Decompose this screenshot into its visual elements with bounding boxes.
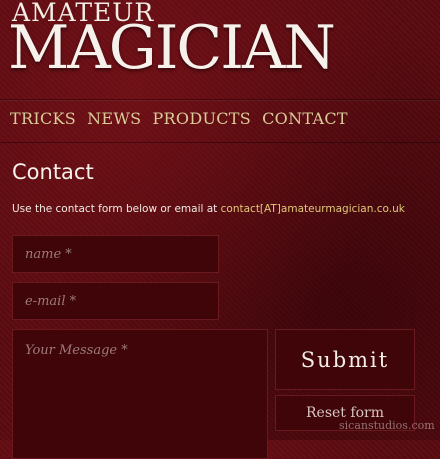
intro-text: Use the contact form below or email at c… [12, 203, 405, 215]
nav-item-news[interactable]: NEWS [87, 109, 141, 128]
nav-item-tricks[interactable]: TRICKS [10, 109, 76, 128]
watermark: sicanstudios.com [339, 419, 435, 432]
logo-main-text: MAGICIAN [8, 13, 336, 83]
nav-item-contact[interactable]: CONTACT [262, 109, 348, 128]
nav-item-products[interactable]: PRODUCTS [152, 109, 251, 128]
nav-list: TRICKS NEWS PRODUCTS CONTACT [10, 109, 354, 128]
submit-button[interactable]: Submit [275, 329, 415, 390]
email-field[interactable] [12, 282, 219, 320]
email-link[interactable]: contact[AT]amateurmagician.co.uk [221, 203, 405, 215]
name-field[interactable] [12, 235, 219, 273]
main-nav: TRICKS NEWS PRODUCTS CONTACT [0, 99, 440, 143]
page-title: Contact [12, 160, 94, 184]
intro-label: Use the contact form below or email at [12, 203, 221, 215]
